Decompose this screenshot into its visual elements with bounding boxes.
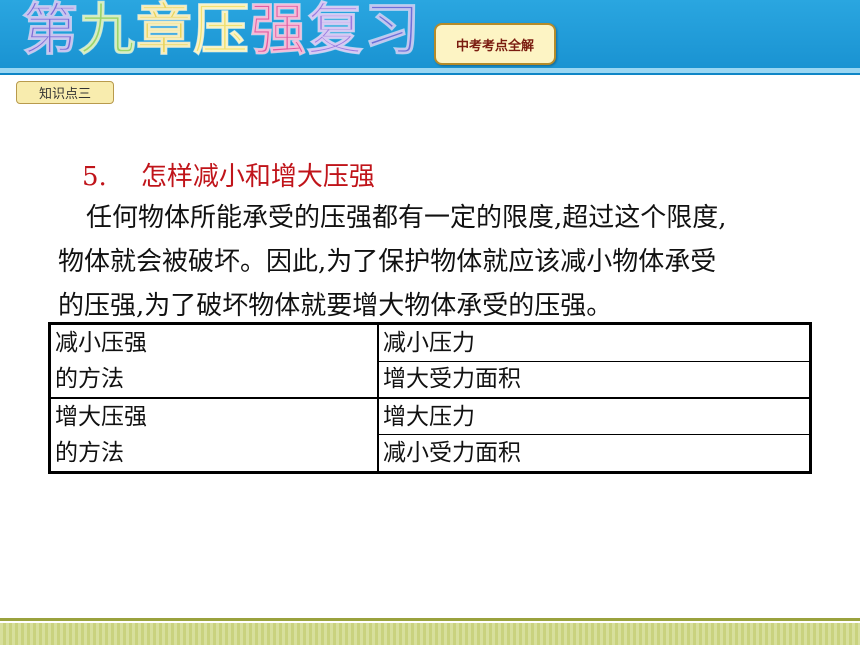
exam-points-badge[interactable]: 中考考点全解 xyxy=(434,23,556,65)
paragraph-line: 物体就会被破坏。因此,为了保护物体就应该减小物体承受 xyxy=(58,247,717,277)
chapter-title-char: 复 xyxy=(307,0,364,64)
category-line: 增大压强 xyxy=(55,404,147,430)
table-row: 减小压强 的方法 减小压力 xyxy=(49,323,811,399)
heading-number: 5. xyxy=(82,162,107,192)
footer-line xyxy=(0,618,860,621)
explanation-paragraph: 任何物体所能承受的压强都有一定的限度,超过这个限度, 物体就会被破坏。因此,为了… xyxy=(58,196,818,328)
knowledge-point-badge[interactable]: 知识点三 xyxy=(16,81,114,104)
heading-text: 怎样减小和增大压强 xyxy=(140,162,375,192)
category-line: 的方法 xyxy=(55,366,124,392)
pressure-methods-table: 减小压强 的方法 减小压力 增大受力面积 增大压强 的方法 增大压力 减小受力面… xyxy=(48,322,812,474)
chapter-title: 第九章压强复习 xyxy=(22,0,421,66)
chapter-title-char: 压 xyxy=(193,0,250,64)
category-cell-decrease: 减小压强 的方法 xyxy=(49,323,379,399)
category-line: 减小压强 xyxy=(55,330,147,356)
chapter-title-char: 习 xyxy=(364,0,421,64)
method-cell: 减小受力面积 xyxy=(377,434,811,473)
chapter-title-char: 强 xyxy=(250,0,307,64)
category-line: 的方法 xyxy=(55,440,124,466)
table-row: 增大压强 的方法 增大压力 xyxy=(49,397,811,473)
method-cell: 减小压力 xyxy=(377,323,811,362)
header-line xyxy=(0,73,860,75)
paragraph-line: 任何物体所能承受的压强都有一定的限度,超过这个限度, xyxy=(58,196,818,240)
method-cell: 增大压力 xyxy=(377,397,811,436)
chapter-title-char: 第 xyxy=(22,0,79,64)
section-heading: 5. 怎样减小和增大压强 xyxy=(82,156,375,193)
paragraph-line-text: 任何物体所能承受的压强都有一定的限度,超过这个限度, xyxy=(86,203,727,233)
method-cell: 增大受力面积 xyxy=(377,360,811,399)
chapter-title-char: 章 xyxy=(136,0,193,64)
footer-band xyxy=(0,623,860,645)
chapter-title-char: 九 xyxy=(79,0,136,64)
category-cell-increase: 增大压强 的方法 xyxy=(49,397,379,473)
